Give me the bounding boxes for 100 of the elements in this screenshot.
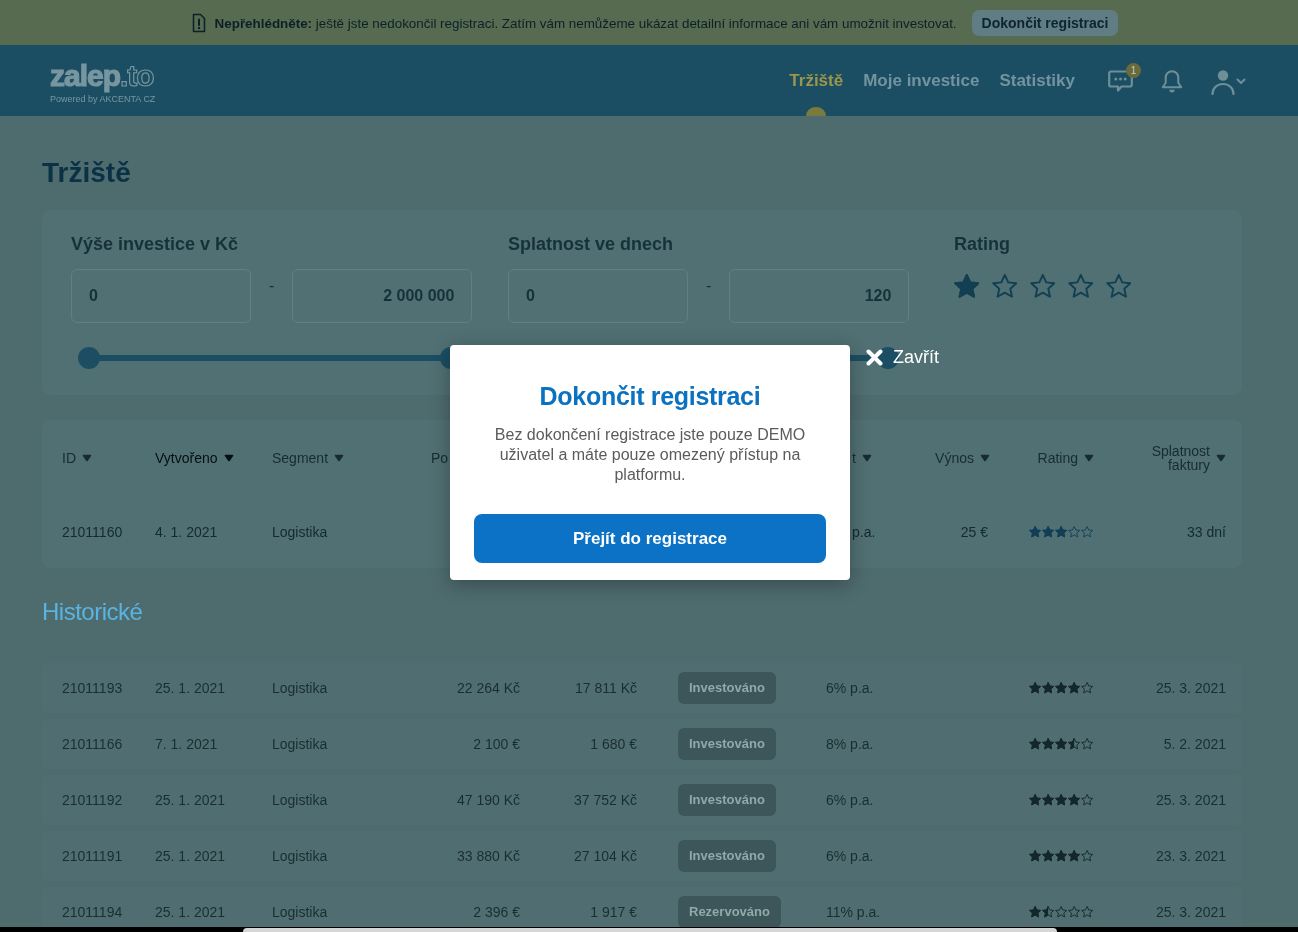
scrollbar-thumb[interactable] <box>243 928 1057 932</box>
column-header[interactable]: Výnos <box>935 450 990 466</box>
table-cell: 27 104 Kč <box>573 848 637 864</box>
notification-badge: 1 <box>1126 63 1141 78</box>
table-cell: 17 811 Kč <box>575 680 637 696</box>
filled-star-icon <box>1042 794 1054 806</box>
notice-message: Nepřehlédněte: ještě jste nedokončil registraci. Zatím vám nemůžeme ukázat detailní informace ani vám umožnit investovat. <box>214 16 957 31</box>
table-cell: 6% p.a. <box>826 680 874 696</box>
table-cell: Logistika <box>272 524 328 540</box>
filled-star-icon <box>1055 682 1067 694</box>
column-header[interactable]: Po <box>431 450 449 466</box>
max-input-field[interactable]: 120 <box>729 269 910 323</box>
logo[interactable]: zalep.to <box>50 60 154 92</box>
min-input-field[interactable]: 0 <box>508 269 688 323</box>
filter-label: Výše investice v Kč <box>71 233 239 255</box>
empty-star-icon[interactable] <box>1068 274 1093 298</box>
table-cell: Logistika <box>272 848 328 864</box>
table-cell: 7. 1. 2021 <box>155 736 218 752</box>
horizontal-scrollbar[interactable] <box>0 927 1298 932</box>
dialog-text: Bez dokončení registrace jste pouze DEMO uživatel a máte pouze omezený přístup na platformu. <box>493 425 807 485</box>
dialog-title: Dokončit registraci <box>539 381 761 411</box>
table-cell: 25. 3. 2021 <box>1155 680 1226 696</box>
nav-link[interactable]: Tržiště <box>789 70 844 91</box>
filled-star-icon <box>1055 850 1067 862</box>
column-header[interactable]: t <box>852 450 872 466</box>
table-cell: 11% p.a. <box>826 904 881 920</box>
table-cell: 25. 1. 2021 <box>155 680 226 696</box>
empty-star-icon <box>1068 906 1080 918</box>
filled-star-icon <box>1068 682 1080 694</box>
half-star-icon <box>1068 738 1080 750</box>
chat-icon[interactable] <box>1108 70 1133 93</box>
filled-star-icon <box>1042 738 1054 750</box>
table-cell: 2 396 € <box>473 904 520 920</box>
filled-star-icon <box>1042 682 1054 694</box>
table-cell: 37 752 Kč <box>573 792 637 808</box>
empty-star-icon <box>1055 906 1067 918</box>
column-header[interactable]: ID <box>62 450 92 466</box>
slider-thumb[interactable] <box>78 347 100 369</box>
section-title: Historické <box>42 598 143 626</box>
table-cell: 21011193 <box>62 680 123 696</box>
table-cell: 33 880 Kč <box>456 848 520 864</box>
table-cell: 47 190 Kč <box>456 792 520 808</box>
empty-star-icon[interactable] <box>1030 274 1055 298</box>
status-badge: Investováno <box>678 784 776 816</box>
table-cell: 25. 3. 2021 <box>1155 792 1226 808</box>
nav-link[interactable]: Statistiky <box>999 70 1075 91</box>
filled-star-icon <box>1029 850 1041 862</box>
empty-star-icon[interactable] <box>1106 274 1131 298</box>
table-cell: 21011192 <box>62 792 123 808</box>
table-cell: 1 917 € <box>590 904 637 920</box>
table-cell: 6% p.a. <box>826 848 874 864</box>
close-icon <box>866 348 883 366</box>
column-header[interactable]: Rating <box>1037 450 1094 466</box>
column-header[interactable]: Splatnost faktury <box>1148 444 1226 472</box>
filled-star-icon <box>1029 906 1041 918</box>
document-alert-icon <box>191 12 206 33</box>
table-cell: 33 dní <box>1187 524 1226 540</box>
filled-star-icon <box>1068 850 1080 862</box>
empty-star-icon <box>1081 738 1093 750</box>
page-title: Tržiště <box>42 156 131 190</box>
filled-star-icon <box>1068 794 1080 806</box>
caret-icon <box>1236 78 1246 85</box>
bell-icon[interactable] <box>1161 69 1183 94</box>
filled-star-icon <box>1055 738 1067 750</box>
empty-star-icon <box>1081 526 1093 538</box>
filled-star-icon[interactable] <box>954 274 979 298</box>
nav-link[interactable]: Moje investice <box>863 70 980 91</box>
filter-label: Rating <box>954 233 1010 255</box>
table-cell: 1 680 € <box>590 736 637 752</box>
table-cell: 25. 1. 2021 <box>155 904 226 920</box>
table-cell: Logistika <box>272 792 328 808</box>
table-cell: 21011160 <box>62 524 123 540</box>
finish-registration-button[interactable]: Dokončit registraci <box>971 9 1119 36</box>
filled-star-icon <box>1042 850 1054 862</box>
close-button[interactable]: Zavřít <box>866 346 939 368</box>
table-cell: 21011194 <box>62 904 123 920</box>
status-badge: Investováno <box>678 840 776 872</box>
table-cell: 8% p.a. <box>826 736 874 752</box>
table-cell: 25. 1. 2021 <box>155 792 226 808</box>
empty-star-icon <box>1081 906 1093 918</box>
go-to-registration-button[interactable]: Přejít do registrace <box>474 514 826 563</box>
filled-star-icon <box>1029 738 1041 750</box>
half-star-icon <box>1042 906 1054 918</box>
active-tab-indicator <box>806 107 827 116</box>
table-cell: 5. 2. 2021 <box>1163 736 1226 752</box>
min-input-field[interactable]: 0 <box>71 269 251 323</box>
logo-tagline: Powered by AKCENTA CZ <box>50 94 156 105</box>
empty-star-icon[interactable] <box>992 274 1017 298</box>
column-header[interactable]: Segment <box>272 450 345 466</box>
table-cell: 25. 1. 2021 <box>155 848 226 864</box>
account-menu-button[interactable] <box>1211 68 1246 95</box>
filled-star-icon <box>1042 526 1054 538</box>
column-header[interactable]: Vytvořeno <box>155 450 234 466</box>
table-cell: 23. 3. 2021 <box>1155 848 1226 864</box>
table-cell: Logistika <box>272 680 328 696</box>
filled-star-icon <box>1029 682 1041 694</box>
table-cell: 21011191 <box>62 848 123 864</box>
max-input-field[interactable]: 2 000 000 <box>292 269 473 323</box>
filter-label: Splatnost ve dnech <box>508 233 674 255</box>
table-cell: 25 € <box>960 524 988 540</box>
